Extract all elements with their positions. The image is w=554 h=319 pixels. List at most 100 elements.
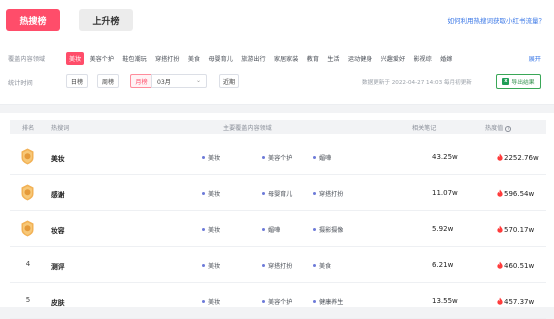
rank-number: 4	[25, 260, 31, 268]
notes-count: 13.55w	[432, 297, 458, 305]
week-ranking-button[interactable]: 周榜	[97, 74, 119, 88]
column-header-heat[interactable]: 热度值?	[485, 123, 512, 132]
domain-tag-label: 美妆	[208, 263, 221, 270]
fire-icon	[497, 225, 503, 234]
domain-chip[interactable]: 教育	[304, 52, 322, 65]
fire-icon	[497, 297, 503, 306]
dot-icon	[262, 228, 265, 231]
dot-icon	[313, 156, 316, 159]
domain-chip[interactable]: 母婴育儿	[205, 52, 235, 65]
notes-count: 5.92w	[432, 225, 454, 233]
table-row[interactable]: 4 测评 美妆 穿搭打扮 美食 6.21w 460.51w	[10, 247, 546, 283]
domain-tag-label: 穿搭打扮	[268, 263, 293, 270]
domain-tag-label: 健康养生	[319, 299, 344, 306]
hot-word[interactable]: 测评	[51, 261, 65, 271]
heat-number: 2252.76w	[504, 154, 539, 162]
hot-word[interactable]: 妆容	[51, 225, 65, 235]
time-filter-label: 统计时间	[8, 80, 33, 87]
domain-chip[interactable]: 美容个护	[87, 52, 117, 65]
domain-tag: 穿搭打扮	[313, 189, 343, 198]
domain-tag-label: 摄影摄像	[319, 227, 344, 234]
domain-tag: 美妆	[202, 153, 220, 162]
month-select-value: 03月	[157, 78, 171, 86]
help-link[interactable]: 如何利用热搜词获取小红书流量？	[448, 15, 546, 25]
heat-number: 570.17w	[504, 226, 535, 234]
ranking-table: 排名 热搜词 主要覆盖内容领域 相关笔记 热度值? 美妆 美妆 美容个护 媚嘩 43.2…	[0, 113, 554, 319]
day-ranking-button[interactable]: 日榜	[66, 74, 88, 88]
dot-icon	[313, 228, 316, 231]
domain-tag: 穿搭打扮	[262, 261, 292, 270]
heat-number: 596.54w	[504, 190, 535, 198]
domain-chip[interactable]: 美食	[185, 52, 203, 65]
medal-icon	[20, 184, 35, 201]
domain-chip[interactable]: 影视综	[410, 52, 434, 65]
domain-tag-label: 美妆	[208, 191, 221, 198]
domain-chip[interactable]: 生活	[324, 52, 342, 65]
domain-tag: 美容个护	[262, 153, 292, 162]
domain-chip[interactable]: 美妆	[66, 51, 85, 65]
table-row[interactable]: 美妆 美妆 美容个护 媚嘩 43.25w 2252.76w	[10, 139, 546, 175]
fire-icon	[497, 261, 503, 270]
domain-tag-label: 美妆	[208, 155, 221, 162]
tab-rising[interactable]: 上升榜	[79, 9, 133, 31]
dot-icon	[262, 192, 265, 195]
hot-word[interactable]: 感谢	[51, 189, 65, 199]
table-row[interactable]: 5 皮肤 美妆 美容个护 健康养生 13.55w 457.37w	[10, 283, 546, 319]
medal-icon	[20, 220, 35, 237]
domain-tag-label: 美妆	[208, 227, 221, 234]
tab-hot-search[interactable]: 热搜榜	[6, 9, 60, 31]
column-header-word: 热搜词	[51, 125, 70, 132]
domain-tag-label: 母婴育儿	[268, 191, 293, 198]
domain-tag: 美容个护	[262, 297, 292, 306]
table-row[interactable]: 妆容 美妆 媚嘩 摄影摄像 5.92w 570.17w	[10, 211, 546, 247]
column-header-notes[interactable]: 相关笔记	[412, 123, 436, 132]
excel-icon: x	[502, 78, 510, 85]
table-row[interactable]: 感谢 美妆 母婴育儿 穿搭打扮 11.07w 596.54w	[10, 175, 546, 211]
hot-word[interactable]: 美妆	[51, 153, 65, 163]
chevron-down-icon: ⌄	[195, 77, 201, 84]
dot-icon	[262, 264, 265, 267]
domain-chip[interactable]: 家居家装	[271, 52, 301, 65]
heat-number: 457.37w	[504, 298, 535, 306]
table-header: 排名 热搜词 主要覆盖内容领域 相关笔记 热度值?	[10, 120, 546, 134]
domain-tag: 健康养生	[313, 297, 343, 306]
domain-chip[interactable]: 运动健身	[345, 52, 375, 65]
dot-icon	[202, 300, 205, 303]
heat-value: 460.51w	[497, 261, 534, 270]
notes-count: 11.07w	[432, 189, 458, 197]
column-header-domain: 主要覆盖内容领域	[223, 125, 272, 132]
domain-filter-label: 覆盖内容领域	[8, 56, 46, 63]
domain-tag-label: 美食	[319, 263, 332, 270]
dot-icon	[202, 156, 205, 159]
heat-header-label: 热度值	[485, 125, 504, 132]
rank-number: 5	[25, 296, 31, 304]
dot-icon	[202, 228, 205, 231]
info-icon[interactable]: ?	[505, 126, 512, 132]
expand-link[interactable]: 展开	[529, 54, 541, 63]
dot-icon	[202, 264, 205, 267]
dot-icon	[313, 192, 316, 195]
domain-tag-label: 美容个护	[268, 155, 293, 162]
month-ranking-button[interactable]: 月榜	[130, 74, 152, 88]
notes-count: 43.25w	[432, 153, 458, 161]
domain-chip[interactable]: 兴趣爱好	[378, 52, 408, 65]
month-select[interactable]: 03月 ⌄	[151, 74, 207, 88]
heat-value: 2252.76w	[497, 153, 539, 162]
notes-count: 6.21w	[432, 261, 454, 269]
heat-value: 570.17w	[497, 225, 534, 234]
domain-tag: 美妆	[202, 189, 220, 198]
update-info: 数据更新于 2022-04-27 14:03 每月初更新	[362, 80, 472, 86]
dot-icon	[313, 264, 316, 267]
domain-tag: 美妆	[202, 225, 220, 234]
recent-button[interactable]: 近期	[219, 74, 239, 88]
domain-tag-label: 美妆	[208, 299, 221, 306]
domain-tag: 美妆	[202, 297, 220, 306]
domain-tag-label: 穿搭打扮	[319, 191, 344, 198]
hot-word[interactable]: 皮肤	[51, 297, 65, 307]
dot-icon	[262, 300, 265, 303]
domain-chip[interactable]: 婚嫁	[437, 52, 455, 65]
domain-chip[interactable]: 鞋包潮玩	[119, 52, 149, 65]
domain-chip[interactable]: 穿搭打扮	[152, 52, 182, 65]
domain-chip[interactable]: 旅游出行	[238, 52, 268, 65]
export-button[interactable]: x 导出结果	[496, 74, 541, 89]
